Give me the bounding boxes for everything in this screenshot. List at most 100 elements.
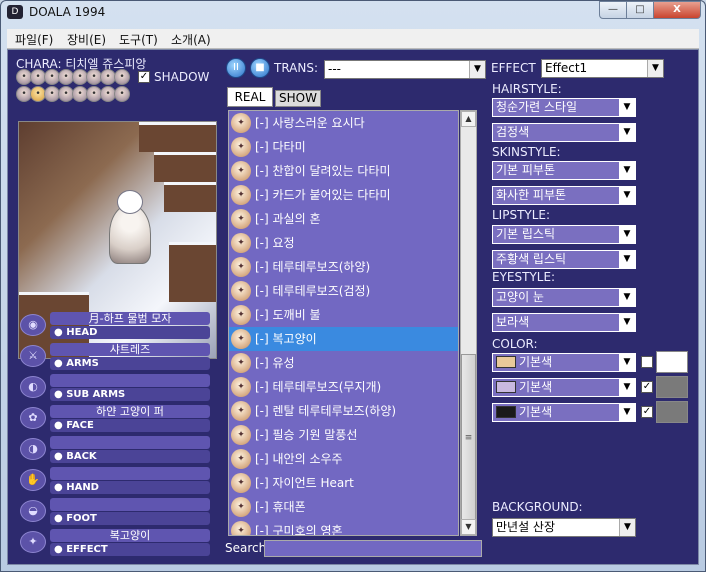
background-label: BACKGROUND: (492, 500, 583, 514)
list-item[interactable]: ✦ [-] 사랑스러운 요시다 (229, 111, 458, 135)
item-label: [-] 필승 기원 말풍선 (255, 428, 358, 442)
character-face-icon[interactable]: • (114, 69, 130, 85)
list-item[interactable]: ✦ [-] 다타미 (229, 135, 458, 159)
list-item[interactable]: ✦ [-] 과실의 혼 (229, 207, 458, 231)
item-icon: ✦ (231, 473, 251, 493)
search-input[interactable] (264, 540, 482, 557)
list-item[interactable]: ✦ [-] 카드가 붙어있는 다타미 (229, 183, 458, 207)
slot-item-name (50, 467, 210, 480)
menu-file[interactable]: 파일(F) (15, 31, 53, 48)
color-picker-box[interactable] (656, 376, 688, 398)
list-item[interactable]: ✦ [-] 찬합이 달려있는 다타미 (229, 159, 458, 183)
item-label: [-] 다타미 (255, 140, 306, 154)
skin-tone-dropdown[interactable]: 화사한 피부톤 ▼ (492, 186, 636, 205)
item-icon: ✦ (231, 281, 251, 301)
item-list[interactable]: ✦ [-] 사랑스러운 요시다 ✦ [-] 다타미 ✦ [-] 찬합이 달려있는 다타미 ✦… (228, 110, 459, 536)
hairstyle-dropdown[interactable]: 청순가련 스타일 ▼ (492, 98, 636, 117)
minimize-button[interactable]: — (599, 1, 627, 19)
slot-item-name: 복고양이 (50, 529, 210, 542)
list-item[interactable]: ✦ [-] 내안의 소우주 (229, 447, 458, 471)
eye-color-dropdown[interactable]: 보라색 ▼ (492, 313, 636, 332)
background-dropdown[interactable]: 만년설 산장 ▼ (492, 518, 636, 537)
list-item[interactable]: ✦ [-] 테루테루보즈(무지개) (229, 375, 458, 399)
skinstyle-dropdown[interactable]: 기본 피부톤 ▼ (492, 161, 636, 180)
color-dropdown[interactable]: 기본색 ▼ (492, 378, 636, 397)
list-item[interactable]: ✦ [-] 유성 (229, 351, 458, 375)
color-checkbox[interactable]: ✓ (641, 381, 653, 393)
equip-slot-head[interactable]: ◉ 月-하프 물범 모자 ● HEAD (20, 312, 212, 340)
item-label: [-] 테루테루보즈(무지개) (255, 380, 382, 394)
eyestyle-dropdown[interactable]: 고양이 눈 ▼ (492, 288, 636, 307)
list-item[interactable]: ✦ [-] 테루테루보즈(검정) (229, 279, 458, 303)
item-label: [-] 과실의 혼 (255, 212, 321, 226)
slot-type-label: ● ARMS (50, 357, 210, 370)
item-icon: ✦ (231, 329, 251, 349)
color-dropdown[interactable]: 기본색 ▼ (492, 353, 636, 372)
list-item[interactable]: ✦ [-] 요정 (229, 231, 458, 255)
scroll-thumb[interactable]: ≡ (461, 354, 476, 524)
list-item[interactable]: ✦ [-] 자이언트 Heart (229, 471, 458, 495)
item-icon: ✦ (231, 113, 251, 133)
color-swatch (496, 356, 516, 368)
list-item[interactable]: ✦ [-] 필승 기원 말풍선 (229, 423, 458, 447)
equip-slot-arms[interactable]: ⚔ 샤트레즈 ● ARMS (20, 343, 212, 371)
item-label: [-] 도깨비 불 (255, 308, 321, 322)
shadow-checkbox[interactable]: ✓ (138, 71, 150, 83)
character-hat (117, 190, 143, 214)
equip-slot-hand[interactable]: ✋ ● HAND (20, 467, 212, 495)
lip-color-dropdown[interactable]: 주황색 립스틱 ▼ (492, 250, 636, 269)
title-bar[interactable]: D DOALA 1994 — □ X (1, 1, 705, 23)
slot-icon: ✿ (20, 407, 46, 429)
stop-button[interactable]: ■ (250, 58, 270, 78)
equip-slot-sub-arms[interactable]: ◐ ● SUB ARMS (20, 374, 212, 402)
list-item[interactable]: ✦ [-] 테루테루보즈(하양) (229, 255, 458, 279)
lip-color-value: 주황색 립스틱 (496, 252, 567, 266)
character-face-icon[interactable]: • (114, 86, 130, 102)
chevron-down-icon: ▼ (619, 519, 635, 536)
item-label: [-] 내안의 소우주 (255, 452, 343, 466)
list-item[interactable]: ✦ [-] 휴대폰 (229, 495, 458, 519)
equip-slot-face[interactable]: ✿ 하얀 고양이 퍼 ● FACE (20, 405, 212, 433)
color-label: COLOR: (492, 337, 538, 351)
pause-button[interactable]: II (226, 58, 246, 78)
maximize-button[interactable]: □ (626, 1, 654, 19)
color-dropdown[interactable]: 기본색 ▼ (492, 403, 636, 422)
equip-slot-foot[interactable]: ◒ ● FOOT (20, 498, 212, 526)
close-button[interactable]: X (653, 1, 701, 19)
list-item[interactable]: ✦ [-] 구미호의 영혼 (229, 519, 458, 535)
slot-type-label: ● HEAD (50, 326, 210, 339)
list-item[interactable]: ✦ [-] 렌탈 테루테루보즈(하양) (229, 399, 458, 423)
equip-slot-effect[interactable]: ✦ 복고양이 ● EFFECT (20, 529, 212, 557)
color-picker-box[interactable] (656, 351, 688, 373)
tab-show[interactable]: SHOW (275, 90, 321, 107)
tab-real[interactable]: REAL (227, 87, 273, 107)
item-list-scrollbar[interactable]: ▲ ≡ ▼ (460, 110, 477, 536)
menu-equip[interactable]: 장비(E) (67, 31, 106, 48)
list-item[interactable]: ✦ [-] 복고양이 (229, 327, 458, 351)
color-picker-box[interactable] (656, 401, 688, 423)
color-checkbox[interactable]: ✓ (641, 406, 653, 418)
menu-tools[interactable]: 도구(T) (119, 31, 158, 48)
item-label: [-] 요정 (255, 236, 295, 250)
color-value: 기본색 (519, 355, 553, 369)
hair-color-dropdown[interactable]: 검정색 ▼ (492, 123, 636, 142)
scroll-up-icon[interactable]: ▲ (461, 111, 476, 127)
menu-about[interactable]: 소개(A) (171, 31, 211, 48)
list-item[interactable]: ✦ [-] 도깨비 불 (229, 303, 458, 327)
shadow-label: SHADOW (154, 70, 210, 84)
chevron-down-icon: ▼ (619, 226, 635, 243)
color-checkbox[interactable] (641, 356, 653, 368)
item-icon: ✦ (231, 449, 251, 469)
trans-dropdown[interactable]: --- ▼ (324, 60, 486, 79)
trans-value: --- (328, 62, 341, 76)
hairstyle-label: HAIRSTYLE: (492, 82, 562, 96)
slot-item-name (50, 436, 210, 449)
lipstyle-dropdown[interactable]: 기본 립스틱 ▼ (492, 225, 636, 244)
effect-label: EFFECT (491, 61, 536, 75)
effect-dropdown[interactable]: Effect1 ▼ (541, 59, 664, 78)
scroll-down-icon[interactable]: ▼ (461, 519, 476, 535)
item-label: [-] 찬합이 달려있는 다타미 (255, 164, 391, 178)
chevron-down-icon: ▼ (647, 60, 663, 77)
equip-slot-back[interactable]: ◑ ● BACK (20, 436, 212, 464)
item-label: [-] 렌탈 테루테루보즈(하양) (255, 404, 397, 418)
